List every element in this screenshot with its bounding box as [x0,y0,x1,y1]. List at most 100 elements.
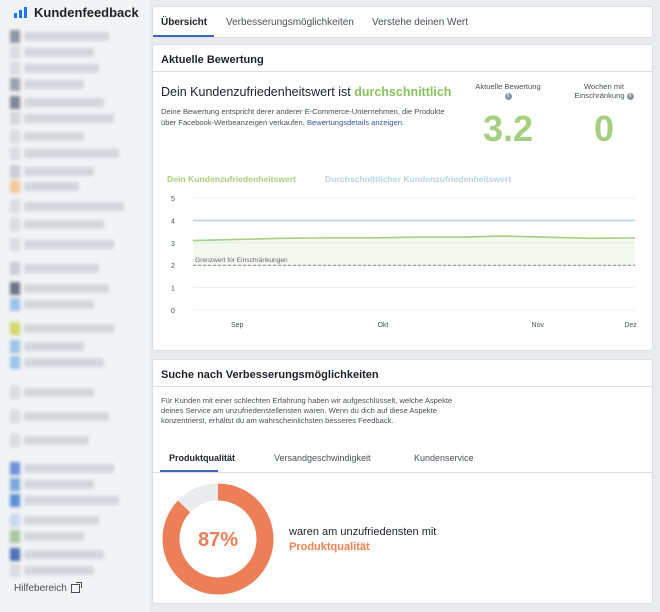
legend-average-score: Durchschnittlicher Kundenzufriedenheitsw… [325,174,512,184]
donut-percent-label: 87% [198,529,238,551]
kpi-current-label-text: Aktuelle Bewertung [475,82,541,91]
kpi-weeks-label-line2: Einschränkung i [558,91,650,100]
sidebar-item-icon [10,548,20,561]
x-tick-label: Okt [378,322,389,329]
sidebar-item-label [24,182,79,191]
sidebar-item-blurred[interactable] [10,386,94,399]
sidebar-item-blurred[interactable] [10,112,114,125]
sidebar-item-blurred[interactable] [10,356,104,369]
sidebar-item-blurred[interactable] [10,298,94,311]
sidebar-item-label [24,202,124,211]
sidebar-item-blurred[interactable] [10,564,94,577]
sidebar-item-label [24,358,104,367]
sidebar-item-icon [10,200,20,213]
sidebar-item-blurred[interactable] [10,494,119,507]
current-rating-card: Aktuelle Bewertung Dein Kundenzufriedenh… [152,44,653,351]
sidebar-item-icon [10,147,20,160]
sidebar-item-blurred[interactable] [10,340,84,353]
x-tick-label: Sep [231,322,244,329]
sidebar-item-blurred[interactable] [10,282,109,295]
kpi-weeks-value: 0 [593,108,615,149]
sidebar-item-blurred[interactable] [10,514,99,527]
sidebar-item-icon [10,322,20,335]
bar-chart-icon [14,7,28,18]
sidebar-item-label [24,240,114,249]
sidebar-item-label [24,48,94,57]
tab-understand-value[interactable]: Verstehe deinen Wert [372,17,468,28]
subtab-customer-service[interactable]: Kundenservice [414,453,474,463]
sidebar-item-icon [10,165,20,178]
tab-overview[interactable]: Übersicht [161,17,207,28]
sidebar-item-icon [10,180,20,193]
sidebar-item-blurred[interactable] [10,262,99,275]
sidebar-item-icon [10,218,20,231]
sidebar-item-icon [10,130,20,143]
x-tick-label: Dez [624,322,637,329]
sidebar-item-label [24,324,114,333]
sidebar-item-icon [10,434,20,447]
donut-result-prefix: waren am unzufriedensten mit [289,526,437,538]
sidebar-item-label [24,300,94,309]
y-tick-label: 3 [171,241,175,248]
y-tick-label: 0 [171,308,175,315]
sidebar-item-icon [10,46,20,59]
sidebar-item-blurred[interactable] [10,96,104,109]
sidebar-item-label [24,114,114,123]
sidebar-item-icon [10,30,20,43]
sidebar-item-blurred[interactable] [10,218,104,231]
sidebar-item-icon [10,340,20,353]
sidebar-item-blurred[interactable] [10,530,84,543]
sidebar-item-blurred[interactable] [10,165,94,178]
sidebar-item-blurred[interactable] [10,322,114,335]
sidebar-item-blurred[interactable] [10,238,114,251]
tab-improvement[interactable]: Verbesserungsmöglichkeiten [226,17,354,28]
sidebar-item-blurred[interactable] [10,78,84,91]
sidebar-item-label [24,264,99,273]
sidebar-item-blurred[interactable] [10,30,109,43]
sidebar-item-blurred[interactable] [10,62,99,75]
sidebar-item-label [24,464,114,473]
rating-details-link[interactable]: Bewertungsdetails anzeigen. [307,118,404,127]
sidebar-item-icon [10,238,20,251]
help-center-label: Hilfebereich [14,583,67,594]
sidebar-item-blurred[interactable] [10,180,79,193]
score-heading: Dein Kundenzufriedenheitswert ist durchs… [161,85,451,99]
help-center-link[interactable]: Hilfebereich [14,582,82,594]
sidebar-item-blurred[interactable] [10,200,124,213]
sidebar-item-blurred[interactable] [10,46,94,59]
subtab-product-quality[interactable]: Produktqualität [169,453,235,463]
sidebar-item-icon [10,262,20,275]
score-line-chart: 0 1 2 3 4 5 Sep Okt Nov Dez Grenzwert für Einschrä… [171,196,637,329]
subtab-shipping-speed[interactable]: Versandgeschwindigkeit [274,453,371,463]
sidebar-item-label [24,220,104,229]
sidebar-item-label [24,80,84,89]
sidebar-item-blurred[interactable] [10,147,119,160]
sidebar-item-blurred[interactable] [10,434,89,447]
donut-result-text: waren am unzufriedensten mit Produktqual… [289,525,436,555]
kpi-weeks-label-line2-text: Einschränkung [574,91,625,100]
info-icon[interactable]: i [626,92,634,100]
sidebar-item-icon [10,62,20,75]
sidebar-item-blurred[interactable] [10,548,104,561]
sidebar-item-label [24,550,104,559]
improvement-card: Suche nach Verbesserungsmöglichkeiten Fü… [152,359,653,604]
sidebar-item-label [24,149,119,158]
info-icon[interactable]: i [504,92,512,100]
divider [153,386,652,387]
divider [153,472,652,473]
sidebar-item-blurred[interactable] [10,462,114,475]
sidebar-header[interactable]: Kundenfeedback [14,5,139,20]
legend-own-score: Dein Kundenzufriedenheitswert [167,174,296,184]
sidebar-item-label [24,532,84,541]
sidebar-item-blurred[interactable] [10,130,84,143]
external-link-icon [70,582,82,593]
sidebar-item-icon [10,282,20,295]
sidebar-item-blurred[interactable] [10,410,109,423]
improvement-description: Für Kunden mit einer schlechten Erfahrun… [161,396,453,425]
sidebar-item-icon [10,386,20,399]
sidebar-item-blurred[interactable] [10,478,94,491]
card-title: Aktuelle Bewertung [161,54,264,66]
sidebar-item-icon [10,564,20,577]
sidebar-item-label [24,496,119,505]
kpi-current-value: 3.2 [482,108,534,149]
